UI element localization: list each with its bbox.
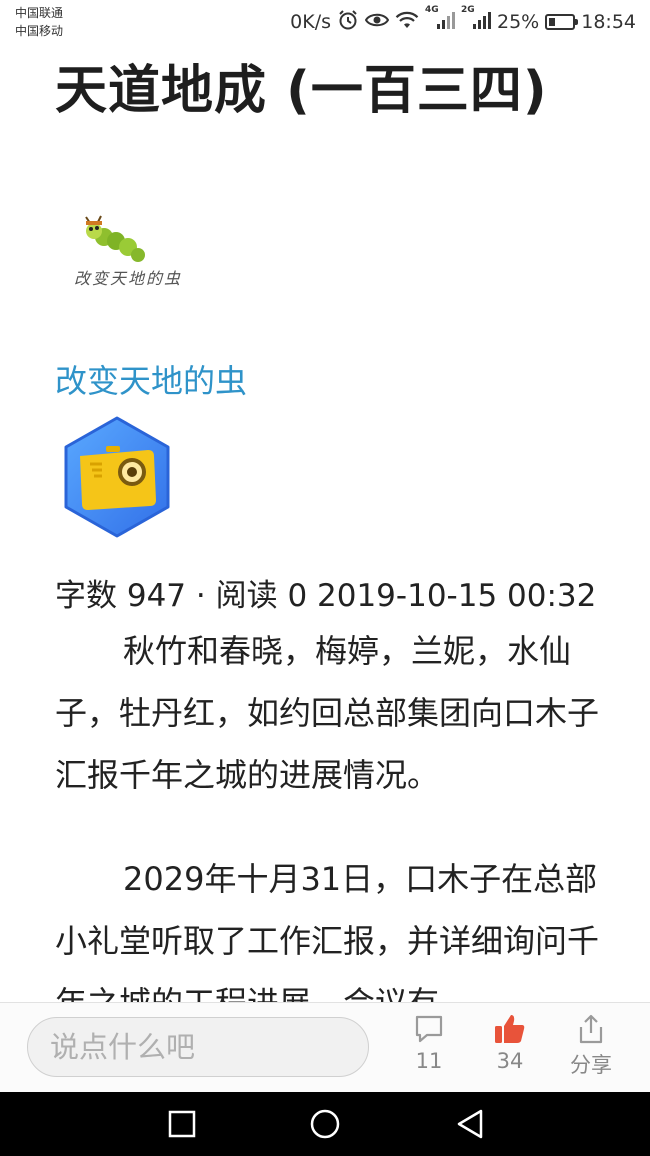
like-button[interactable]: 34	[475, 1013, 545, 1073]
signal-sim2-icon: 2G	[461, 5, 491, 34]
share-label: 分享	[570, 1053, 612, 1077]
paragraph: 秋竹和春晓，梅婷，兰妮，水仙子，牡丹红，如约回总部集团向口木子汇报千年之城的进展…	[55, 632, 600, 794]
eye-comfort-icon	[364, 11, 390, 34]
comment-icon	[415, 1015, 443, 1043]
bottom-action-bar: 11 34 分享	[0, 1002, 650, 1093]
square-icon	[168, 1110, 196, 1138]
triangle-back-icon	[457, 1109, 483, 1139]
share-icon	[579, 1014, 603, 1044]
circle-icon	[310, 1109, 340, 1139]
signal-sim1-icon: 4G	[425, 5, 455, 34]
alarm-icon	[337, 9, 359, 36]
status-bar: 中国联通 中国移动 0K/s 4G 2G 25% 18:54	[0, 0, 650, 44]
avatar[interactable]	[58, 414, 176, 540]
article-title: 天道地成 (一百三四)	[55, 61, 548, 121]
sim2-network-label: 2G	[461, 4, 475, 15]
carrier-1: 中国联通	[15, 6, 64, 20]
net-speed: 0K/s	[290, 11, 331, 33]
home-button[interactable]	[305, 1106, 345, 1142]
sim1-network-label: 4G	[425, 4, 439, 15]
recent-apps-button[interactable]	[162, 1106, 202, 1142]
share-button[interactable]: 分享	[556, 1013, 626, 1079]
logo-caption: 改变天地的虫	[74, 269, 183, 288]
carrier-2: 中国移动	[15, 24, 64, 38]
author-logo-image: 改变天地的虫	[70, 215, 210, 295]
clock: 18:54	[581, 11, 636, 33]
battery-level	[549, 18, 556, 26]
thumbs-up-icon	[495, 1015, 525, 1043]
comment-button[interactable]: 11	[394, 1013, 464, 1073]
comment-input[interactable]	[27, 1017, 369, 1077]
comment-count: 11	[415, 1049, 443, 1073]
caterpillar-icon	[85, 215, 145, 262]
carrier-info: 中国联通 中国移动	[15, 4, 63, 40]
status-indicators: 0K/s 4G 2G 25% 18:54	[290, 5, 636, 36]
article-meta: 字数 947 · 阅读 0 2019-10-15 00:32	[55, 578, 597, 614]
back-button[interactable]	[451, 1106, 491, 1142]
wifi-icon	[395, 10, 419, 35]
battery-icon	[545, 14, 579, 30]
system-nav-bar	[0, 1092, 650, 1156]
battery-percent: 25%	[497, 11, 540, 33]
like-count: 34	[496, 1049, 524, 1073]
author-link[interactable]: 改变天地的虫	[55, 356, 247, 402]
